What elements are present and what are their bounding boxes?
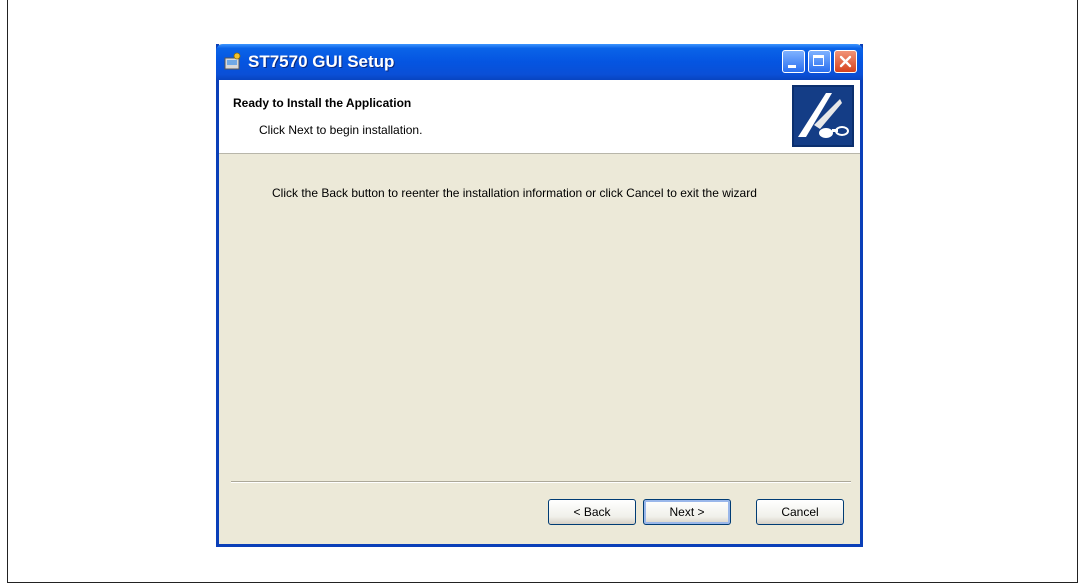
instruction-text: Click the Back button to reenter the ins… (272, 186, 757, 200)
setup-window: ST7570 GUI Setup Ready to Install the Ap… (216, 44, 863, 547)
cancel-button[interactable]: Cancel (756, 499, 844, 525)
installer-logo-icon (792, 85, 854, 147)
wizard-header: Ready to Install the Application Click N… (219, 80, 860, 154)
back-button[interactable]: < Back (548, 499, 636, 525)
minimize-button[interactable] (782, 50, 805, 73)
maximize-button[interactable] (808, 50, 831, 73)
header-title: Ready to Install the Application (233, 96, 412, 110)
close-icon (839, 55, 852, 68)
button-separator (231, 481, 851, 483)
setup-app-icon (223, 52, 243, 72)
header-subtitle: Click Next to begin installation. (259, 123, 423, 137)
title-bar[interactable]: ST7570 GUI Setup (216, 44, 863, 80)
next-button[interactable]: Next > (643, 499, 731, 525)
window-title: ST7570 GUI Setup (248, 52, 395, 71)
close-button[interactable] (834, 50, 857, 73)
